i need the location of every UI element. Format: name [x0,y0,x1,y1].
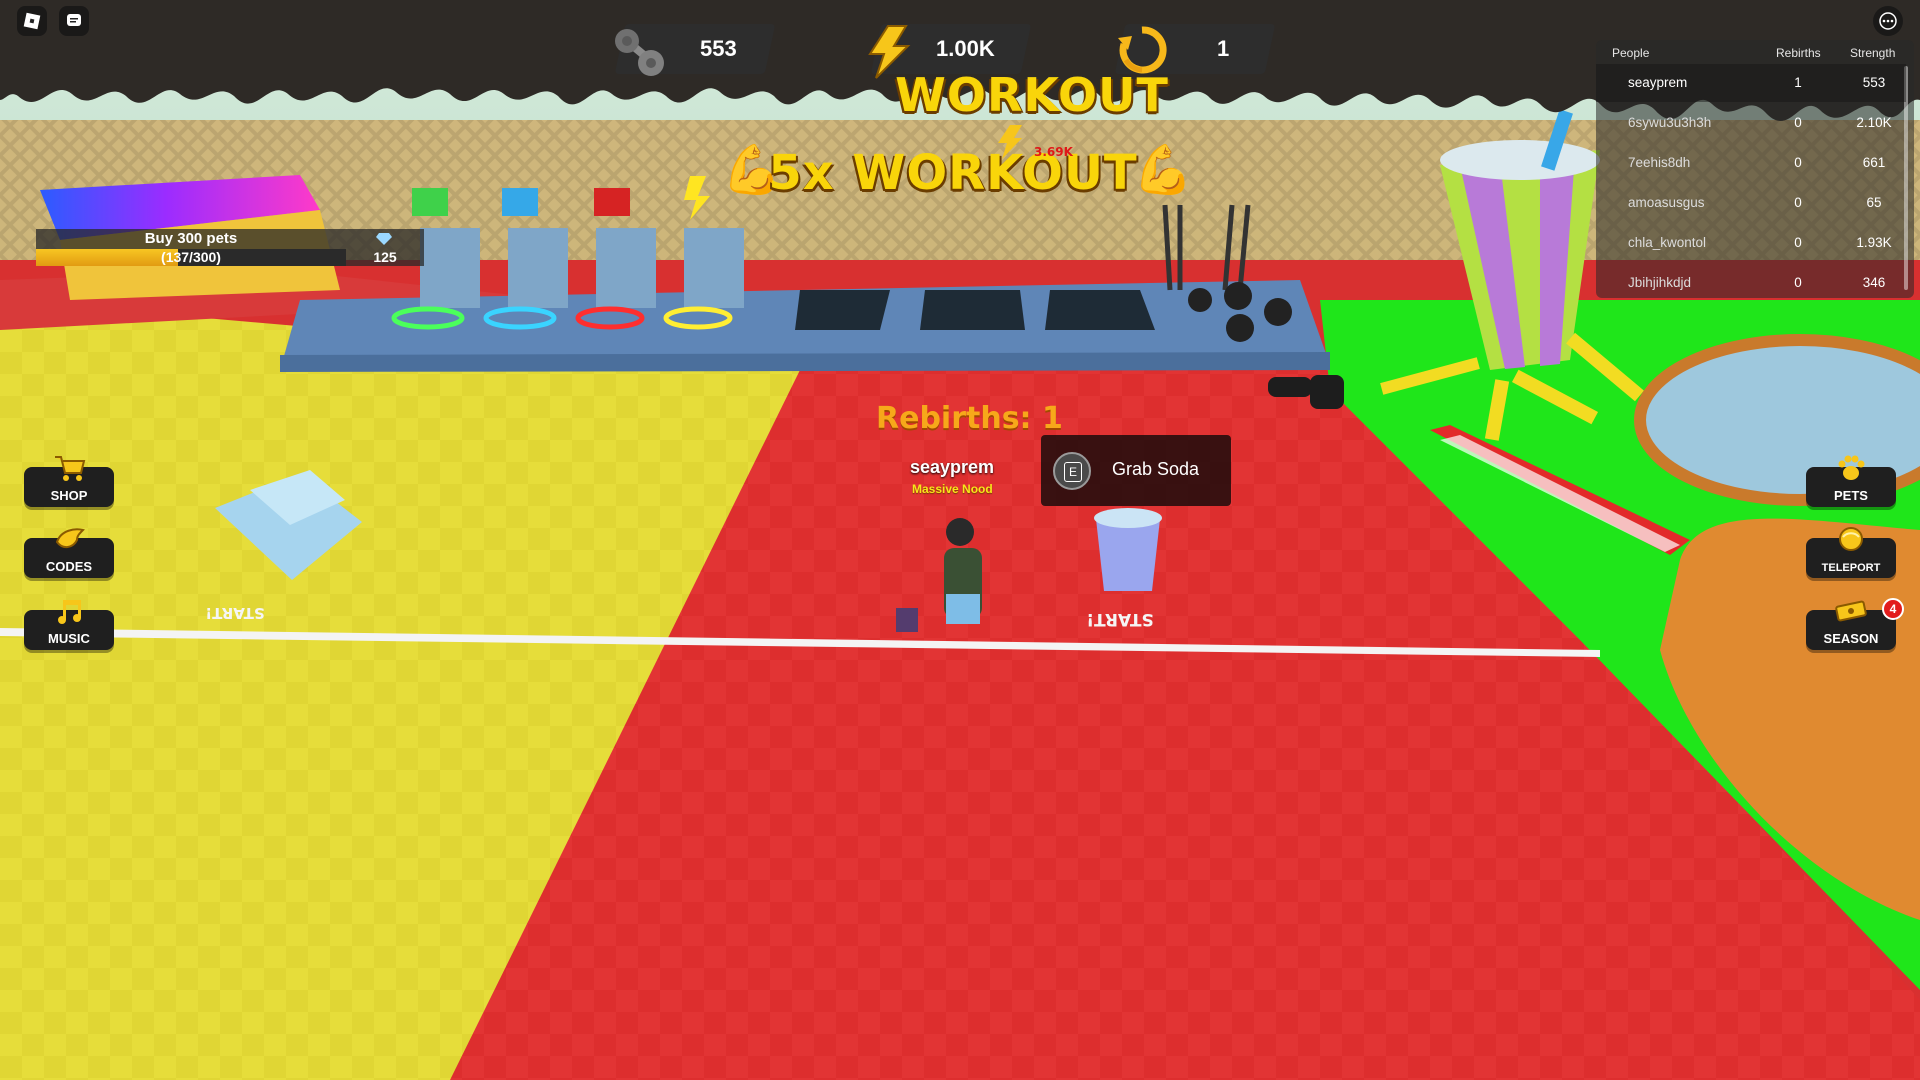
player-strength: 2.10K [1856,115,1892,130]
codes-button[interactable]: CODES [24,528,114,578]
teleport-label: TELEPORT [1821,562,1881,574]
player-rebirths: 0 [1794,195,1802,210]
season-button[interactable]: SEASON 4 [1806,598,1904,650]
player-name: amoasusgus [1628,195,1705,210]
player-strength: 65 [1866,195,1882,210]
floating-lightning-icon [998,125,1022,159]
rebirths-tag: Rebirths: 1 [876,401,1063,436]
quest-reward: 125 [373,249,397,265]
ticket-icon [1835,600,1867,622]
player-rebirths: 0 [1794,115,1802,130]
quest-progress-text: (137/300) [161,249,221,265]
player-name: 7eehis8dh [1628,155,1691,170]
roblox-menu-button[interactable] [17,6,47,36]
music-note-icon [58,600,81,624]
leaderboard-row[interactable]: seayprem 1 553 [1596,64,1906,102]
quest-reward-box: 125 [346,229,424,266]
strength-value: 553 [700,36,737,61]
gem-icon [376,233,392,245]
codes-label: CODES [45,559,93,574]
leaderboard-row[interactable]: 7eehis8dh 0 661 [1596,144,1906,182]
teleport-button[interactable]: TELEPORT [1806,527,1896,578]
player-rebirths: 0 [1794,235,1802,250]
energy-value: 1.00K [936,36,995,61]
leaderboard-row[interactable]: Jbihjihkdjd 0 346 [1596,264,1906,302]
quest-panel: Buy 300 pets (137/300) 125 [36,229,426,267]
shopping-cart-icon [55,456,86,481]
flexed-arm-icon-right: 💪 [1133,142,1193,198]
teleport-orb-icon [1839,527,1863,551]
bird-icon [55,528,85,548]
quest-progress-track: (137/300) [36,249,346,266]
player-name: seayprem [1628,75,1688,90]
music-button[interactable]: MUSIC [24,600,114,650]
season-label: SEASON [1823,631,1879,646]
more-options-button[interactable] [1873,6,1903,36]
paw-icon [1838,455,1865,480]
music-label: MUSIC [48,631,90,646]
leaderboard-header-rebirths: Rebirths [1776,46,1821,60]
leaderboard: People Rebirths Strength seayprem 1 553 … [1596,40,1914,298]
player-nametag: seayprem [910,457,995,477]
player-name: chla_kwontol [1628,235,1707,250]
pets-button[interactable]: PETS [1806,455,1896,507]
leaderboard-header-people: People [1612,46,1650,60]
start-label-right: START! [1086,609,1153,629]
rebirths-value: 1 [1217,36,1230,61]
leaderboard-row[interactable]: 6sywu3u3h3h 0 2.10K [1596,104,1906,142]
roblox-logo-icon [23,12,41,30]
key-label: E [1064,462,1082,482]
pets-label: PETS [1834,488,1868,503]
chat-icon [67,14,81,26]
grab-soda-prompt[interactable]: E Grab Soda [1041,435,1231,506]
player-strength: 553 [1862,75,1886,90]
ellipsis-icon [1879,12,1897,30]
start-label-left: START! [205,604,264,622]
player-name: 6sywu3u3h3h [1628,115,1712,130]
player-strength: 346 [1862,275,1886,290]
player-name: Jbihjihkdjd [1628,275,1692,290]
floating-value: 3.69K [1034,145,1073,159]
key-e-hint: E [1053,452,1091,490]
player-title: Massive Nood [912,482,993,496]
quest-title: Buy 300 pets [144,230,238,247]
player-rebirths: 0 [1794,155,1802,170]
leaderboard-header-strength: Strength [1850,46,1896,60]
player-rebirths: 1 [1794,75,1802,90]
leaderboard-row[interactable]: amoasusgus 0 65 [1596,184,1906,222]
chat-button[interactable] [59,6,89,36]
player-rebirths: 0 [1794,275,1802,290]
player-strength: 661 [1862,155,1886,170]
shop-button[interactable]: SHOP [24,456,114,507]
season-notification-badge: 4 [1882,598,1904,620]
player-strength: 1.93K [1856,235,1892,250]
prompt-action: Grab Soda [1112,459,1200,479]
leaderboard-row[interactable]: chla_kwontol 0 1.93K [1596,224,1906,262]
shop-label: SHOP [50,488,88,503]
